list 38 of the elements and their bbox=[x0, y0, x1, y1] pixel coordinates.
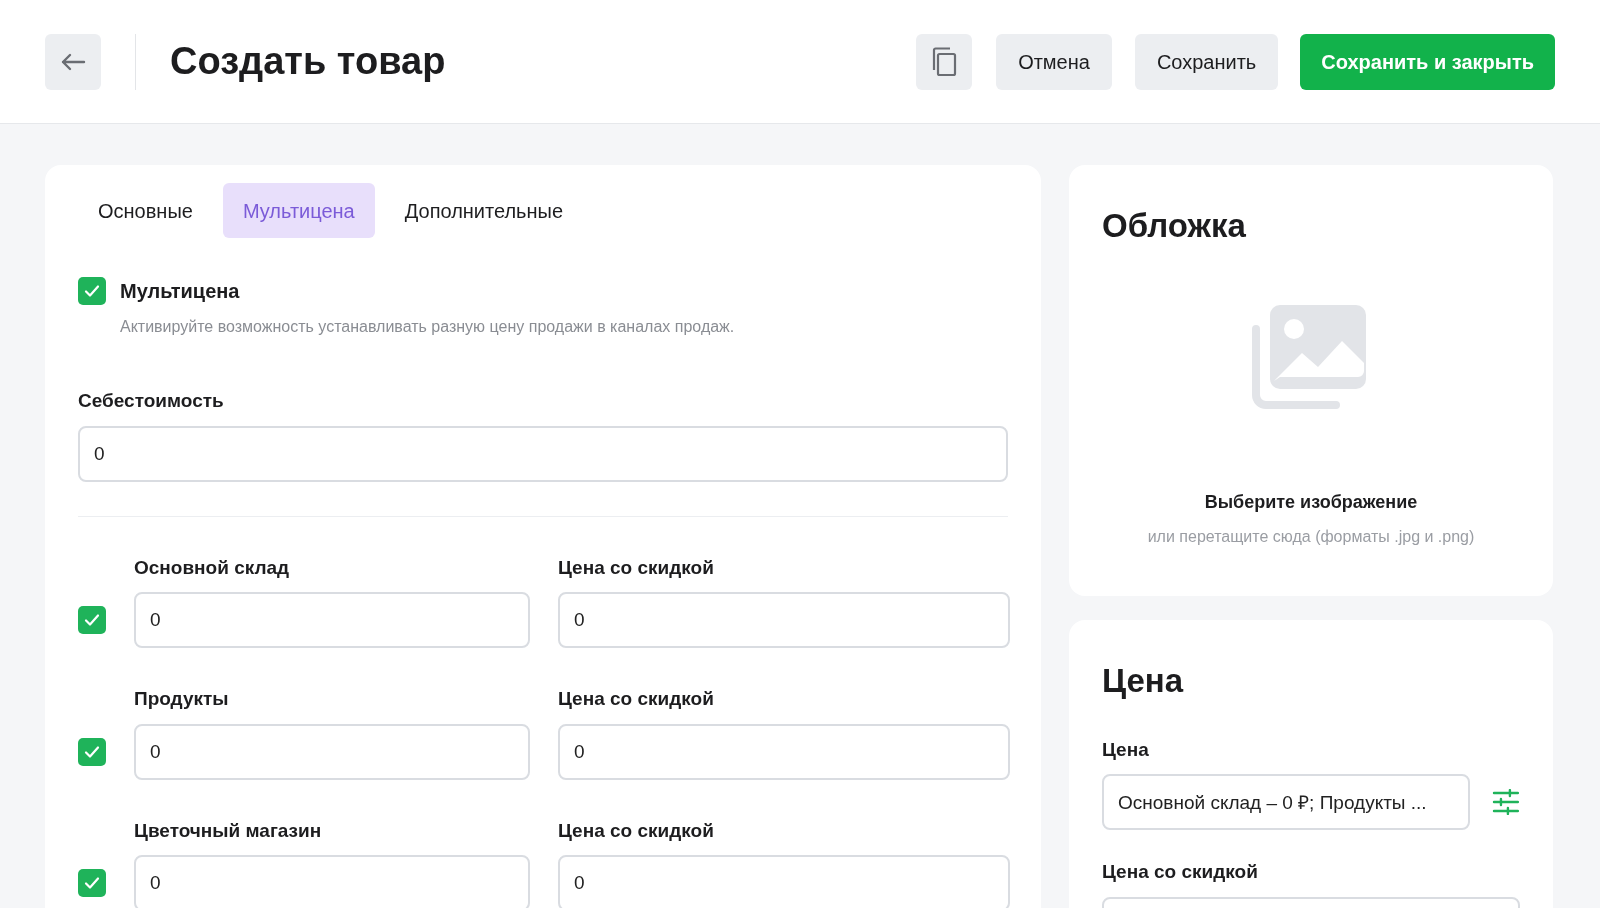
price-input[interactable]: 0 bbox=[134, 855, 530, 908]
price-input[interactable]: 0 bbox=[134, 723, 530, 780]
field-label: Цветочный магазин bbox=[134, 818, 323, 843]
cancel-button[interactable]: Отмена bbox=[996, 33, 1112, 90]
copy-icon bbox=[930, 45, 959, 78]
page-title: Создать товар bbox=[170, 39, 446, 84]
copy-button[interactable] bbox=[916, 33, 973, 90]
field-label: Продукты bbox=[134, 687, 230, 711]
checkbox[interactable] bbox=[78, 737, 106, 766]
checkbox-label: Мультицена bbox=[120, 279, 240, 304]
cost-input[interactable]: 0 bbox=[78, 425, 1008, 482]
field-label: Себестоимость bbox=[78, 389, 225, 413]
field-label: Основной склад bbox=[134, 555, 291, 580]
arrow-left-icon bbox=[60, 51, 86, 72]
discount-price-input[interactable]: 0 bbox=[558, 723, 1010, 780]
field-label: Цена со скидкой bbox=[558, 555, 715, 580]
field-label: Цена со скидкой bbox=[1102, 860, 1259, 884]
card-title: Обложка bbox=[1102, 206, 1246, 246]
tab[interactable]: Дополнительные bbox=[384, 183, 584, 238]
field-label: Цена bbox=[1102, 737, 1150, 762]
checkbox[interactable] bbox=[78, 277, 106, 305]
back-button[interactable] bbox=[45, 33, 101, 90]
discount-price-input[interactable]: 0 bbox=[558, 592, 1010, 648]
card-title: Цена bbox=[1102, 661, 1185, 701]
tab[interactable]: Основные bbox=[78, 183, 213, 238]
save-button[interactable]: Сохранить bbox=[1134, 33, 1279, 90]
checkbox[interactable] bbox=[78, 606, 106, 634]
description-text: Активируйте возможность устанавливать разную цену продажи в каналах продаж. bbox=[120, 317, 736, 337]
checkbox[interactable] bbox=[78, 869, 106, 897]
price-input[interactable]: 0 bbox=[134, 592, 530, 648]
tab[interactable]: Мультицена bbox=[222, 183, 375, 238]
sliders-icon[interactable] bbox=[1492, 789, 1520, 815]
field-label: Цена со скидкой bbox=[558, 818, 715, 843]
upload-hint: или перетащите сюда (форматы .jpg и .png) bbox=[1147, 526, 1475, 547]
select-image-link[interactable]: Выберите изображение bbox=[1204, 488, 1418, 516]
field-label: Цена со скидкой bbox=[558, 687, 715, 711]
price-input[interactable]: Основной склад – 0 ₽; Продукты ... bbox=[1102, 774, 1471, 830]
discount-price-input[interactable]: 0 bbox=[558, 855, 1010, 908]
